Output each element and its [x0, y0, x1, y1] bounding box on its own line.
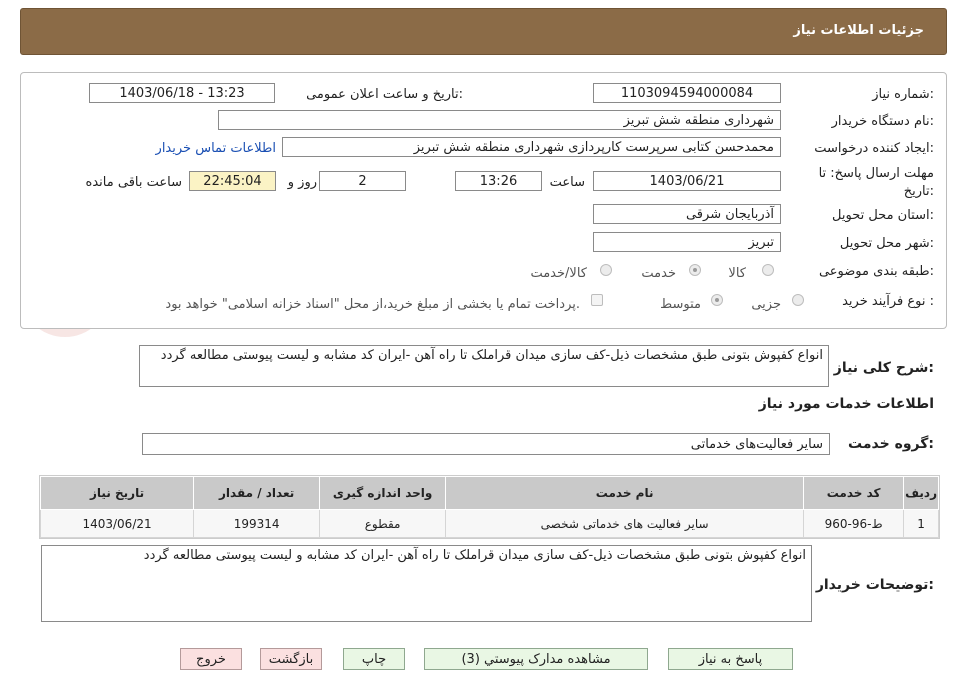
province-label: استان محل تحویل:: [832, 208, 934, 223]
print-button[interactable]: چاپ: [343, 648, 405, 670]
category-both-radio[interactable]: [600, 264, 612, 276]
category-both-label: کالا/خدمت: [530, 266, 587, 281]
col-quantity: تعداد / مقدار: [193, 476, 321, 510]
deadline-label-2: تاریخ:: [903, 184, 934, 199]
description-textarea[interactable]: انواع کفپوش بتونی طبق مشخصات ذیل-کف سازی…: [139, 345, 829, 387]
services-section-title: اطلاعات خدمات مورد نیاز: [758, 396, 934, 412]
col-service-name: نام خدمت: [445, 476, 805, 510]
treasury-payment-label: پرداخت تمام یا بخشی از مبلغ خرید،از محل …: [165, 297, 580, 312]
need-number-field[interactable]: 1103094594000084: [593, 83, 781, 103]
cell-row: 1: [903, 509, 939, 538]
announce-label: تاریخ و ساعت اعلان عمومی:: [306, 87, 463, 102]
service-group-field[interactable]: سایر فعالیت‌های خدماتی: [142, 433, 830, 455]
treasury-payment-checkbox[interactable]: [591, 294, 603, 306]
deadline-date-field[interactable]: 1403/06/21: [593, 171, 781, 191]
category-label: طبقه بندی موضوعی:: [818, 264, 934, 279]
service-group-label: گروه خدمت:: [848, 436, 934, 452]
col-need-date: تاریخ نیاز: [39, 476, 195, 510]
category-goods-radio[interactable]: [762, 264, 774, 276]
exit-button[interactable]: خروج: [180, 648, 242, 670]
process-label: نوع فرآیند خرید :: [842, 294, 934, 309]
days-field[interactable]: 2: [319, 171, 406, 191]
services-table: ردیف کد خدمت نام خدمت واحد اندازه گیری ت…: [39, 475, 940, 539]
need-number-label: شماره نیاز:: [872, 87, 934, 102]
category-service-label: خدمت: [641, 266, 676, 281]
cell-service-code: ط-96-960: [803, 509, 905, 538]
category-goods-label: کالا: [728, 266, 746, 281]
reply-button[interactable]: پاسخ به نیاز: [668, 648, 793, 670]
deadline-time-field[interactable]: 13:26: [455, 171, 542, 191]
page-header: جزئیات اطلاعات نیاز: [20, 8, 947, 55]
buyer-notes-label: توضیحات خریدار:: [815, 577, 934, 593]
view-attachments-button[interactable]: مشاهده مدارک پیوستي (3): [424, 648, 648, 670]
remaining-label: ساعت باقی مانده: [85, 175, 182, 190]
buyer-org-label: نام دستگاه خریدار:: [831, 114, 934, 129]
cell-unit: مقطوع: [319, 509, 447, 538]
days-label: روز و: [287, 175, 317, 190]
process-medium-radio[interactable]: [711, 294, 723, 306]
col-unit: واحد اندازه گیری: [319, 476, 447, 510]
page-title: جزئیات اطلاعات نیاز: [793, 23, 924, 38]
remaining-time-field: 22:45:04: [189, 171, 276, 191]
process-minor-label: جزیی: [751, 297, 781, 312]
creator-field[interactable]: محمدحسن کتابی سرپرست کارپردازی شهرداری م…: [282, 137, 781, 157]
cell-need-date: 1403/06/21: [39, 509, 195, 538]
buyer-contact-link[interactable]: اطلاعات تماس خریدار: [156, 141, 276, 156]
description-label: شرح کلی نیاز:: [833, 360, 934, 376]
category-service-radio[interactable]: [689, 264, 701, 276]
buyer-notes-textarea[interactable]: انواع کفپوش بتونی طبق مشخصات ذیل-کف سازی…: [41, 545, 812, 622]
buyer-org-field[interactable]: شهرداری منطقه شش تبریز: [218, 110, 781, 130]
back-button[interactable]: بازگشت: [260, 648, 322, 670]
cell-service-name: سایر فعالیت های خدماتی شخصی: [445, 509, 805, 538]
province-field[interactable]: آذربایجان شرقی: [593, 204, 781, 224]
table-header-row: ردیف کد خدمت نام خدمت واحد اندازه گیری ت…: [39, 476, 939, 510]
table-row[interactable]: 1 ط-96-960 سایر فعالیت های خدماتی شخصی م…: [39, 509, 939, 538]
city-field[interactable]: تبریز: [593, 232, 781, 252]
process-minor-radio[interactable]: [792, 294, 804, 306]
deadline-label: مهلت ارسال پاسخ: تا: [818, 166, 934, 181]
cell-quantity: 199314: [193, 509, 321, 538]
creator-label: ایجاد کننده درخواست:: [814, 141, 934, 156]
col-service-code: کد خدمت: [803, 476, 905, 510]
announce-field[interactable]: 1403/06/18 - 13:23: [89, 83, 275, 103]
city-label: شهر محل تحویل:: [839, 236, 934, 251]
hour-label: ساعت: [549, 175, 585, 190]
process-medium-label: متوسط: [660, 297, 701, 312]
col-row: ردیف: [903, 476, 939, 510]
